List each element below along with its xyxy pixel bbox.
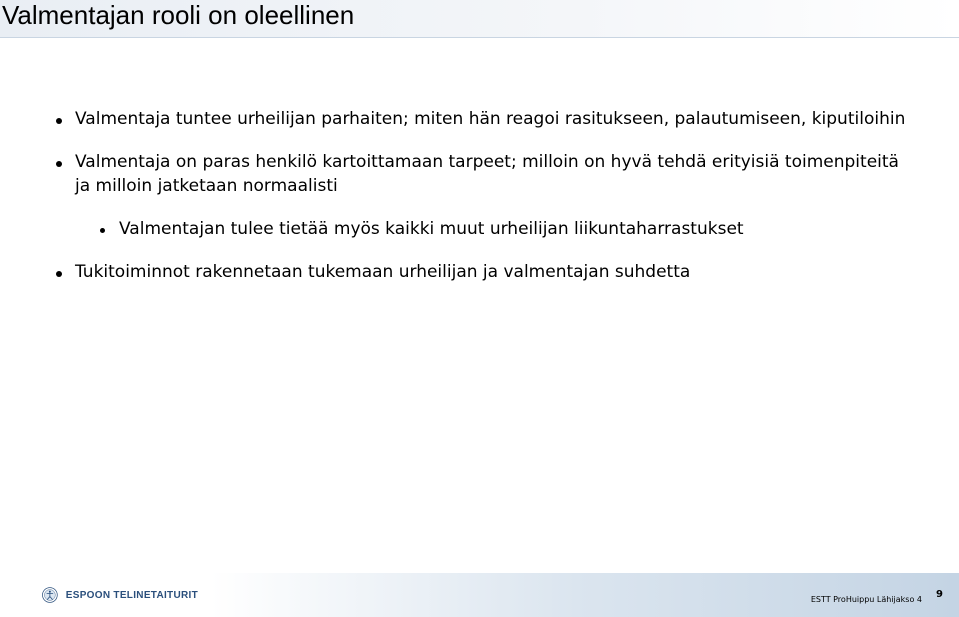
club-logo-text: ESPOON TELINETAITURIT (65, 589, 198, 601)
bullet-dot-icon (56, 161, 62, 167)
page-number: 9 (936, 589, 943, 600)
bullet-list: Valmentaja tuntee urheilijan parhaiten; … (56, 107, 916, 303)
bullet-dot-icon (56, 271, 62, 277)
bullet-item: Valmentaja on paras henkilö kartoittamaa… (56, 150, 916, 198)
sub-bullet-item: Valmentajan tulee tietää myös kaikki muu… (100, 217, 916, 241)
footer-caption: ESTT ProHuippu Lähijakso 4 (810, 595, 922, 604)
bullet-item: Tukitoiminnot rakennetaan tukemaan urhei… (56, 260, 916, 284)
bullet-item: Valmentaja tuntee urheilijan parhaiten; … (56, 107, 916, 131)
slide: Valmentajan rooli on oleellinen Valmenta… (0, 0, 959, 617)
bullet-text: Valmentajan tulee tietää myös kaikki muu… (119, 219, 744, 239)
slide-title: Valmentajan rooli on oleellinen (2, 0, 355, 30)
bullet-text: Valmentaja on paras henkilö kartoittamaa… (75, 152, 899, 196)
club-logo: ESPOON TELINETAITURIT (40, 578, 198, 612)
bullet-dot-icon (100, 228, 105, 233)
club-emblem-icon (42, 587, 58, 603)
bullet-dot-icon (56, 118, 62, 124)
bullet-text: Valmentaja tuntee urheilijan parhaiten; … (75, 109, 906, 129)
bullet-text: Tukitoiminnot rakennetaan tukemaan urhei… (75, 262, 691, 282)
